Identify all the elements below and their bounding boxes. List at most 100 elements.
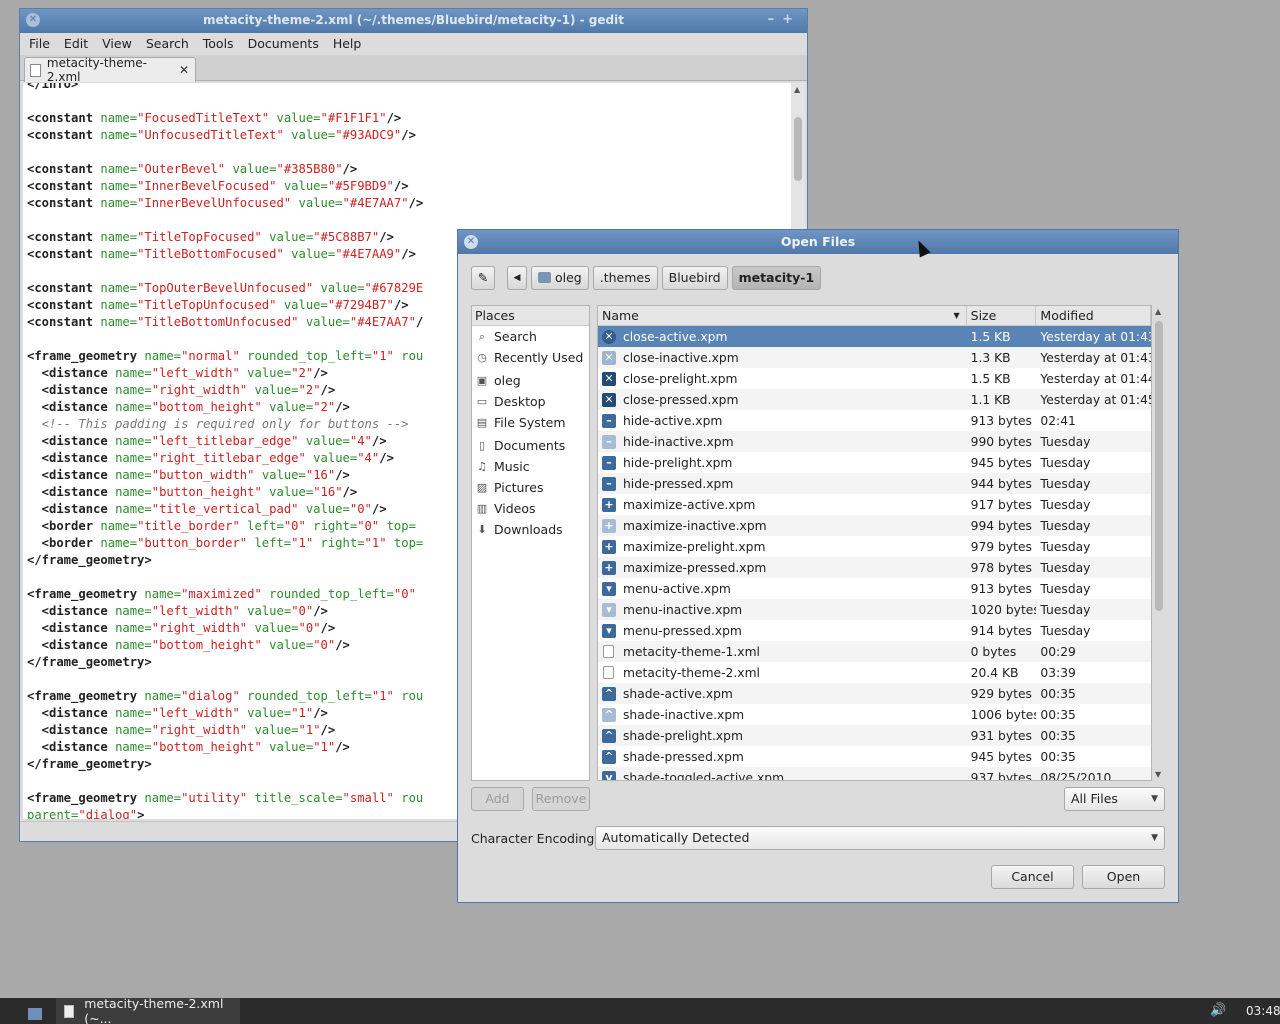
menu-documents[interactable]: Documents (241, 33, 326, 55)
close-icon[interactable]: ✕ (464, 235, 478, 249)
menu-help[interactable]: Help (326, 33, 369, 55)
file-row[interactable]: metacity-theme-1.xml 0 bytes 00:29 (598, 641, 1151, 662)
menu-tools[interactable]: Tools (196, 33, 241, 55)
file-name: close-active.xpm (623, 329, 728, 344)
place-desktop[interactable]: ▭ Desktop (472, 391, 589, 412)
file-row[interactable]: ▾ menu-active.xpm 913 bytes Tuesday (598, 578, 1151, 599)
edit-location-button[interactable]: ✎ (471, 266, 495, 290)
file-row[interactable]: ▾ menu-inactive.xpm 1020 bytes Tuesday (598, 599, 1151, 620)
code-token: /> (313, 706, 328, 720)
taskbar: metacity-theme-2.xml (~... 🔊 03:48 (0, 996, 1280, 1024)
scroll-up-icon[interactable]: ▲ (794, 85, 800, 94)
file-row[interactable]: + maximize-active.xpm 917 bytes Tuesday (598, 494, 1151, 515)
menu-edit[interactable]: Edit (57, 33, 95, 55)
code-token: name= (115, 468, 152, 482)
path-button-metacity-1[interactable]: metacity-1 (731, 266, 822, 290)
file-row[interactable]: ✕ close-inactive.xpm 1.3 KB Yesterday at 01… (598, 347, 1151, 368)
file-name-cell: ✕ close-pressed.xpm (598, 392, 967, 407)
code-token: /> (393, 298, 409, 312)
menu-search[interactable]: Search (139, 33, 196, 55)
close-icon[interactable]: ✕ (26, 13, 40, 27)
taskbar-item-label: metacity-theme-2.xml (~... (84, 996, 224, 1024)
code-token: <distance (27, 740, 116, 754)
code-token: rou (393, 349, 424, 363)
open-button[interactable]: Open (1082, 865, 1165, 889)
code-token: <constant (27, 111, 101, 125)
place-documents[interactable]: ▯ Documents (472, 435, 589, 456)
clock[interactable]: 03:48 (1246, 1004, 1280, 1018)
place-pictures[interactable]: ▨ Pictures (472, 477, 589, 498)
menu-view[interactable]: View (95, 33, 139, 55)
place-downloads[interactable]: ⬇ Downloads (472, 519, 589, 540)
xpm-image-icon: ✕ (602, 329, 616, 344)
volume-icon[interactable]: 🔊 (1210, 1003, 1226, 1018)
window-buttons[interactable]: –+ (768, 9, 801, 31)
code-token: /> (408, 196, 424, 210)
file-filter-select[interactable]: All Files ▼ (1064, 787, 1165, 811)
scroll-up-icon[interactable]: ▲ (1155, 307, 1161, 316)
add-bookmark-button[interactable]: Add (471, 787, 524, 811)
column-name[interactable]: Name ▼ (598, 306, 967, 325)
code-line: <distance name="left_width" value="0"/> (27, 603, 423, 620)
file-row[interactable]: + maximize-inactive.xpm 994 bytes Tuesday (598, 515, 1151, 536)
file-row[interactable]: – hide-active.xpm 913 bytes 02:41 (598, 410, 1151, 431)
column-modified[interactable]: Modified (1036, 306, 1151, 325)
search-icon: ⌕ (478, 330, 486, 343)
code-token: value= (247, 383, 299, 397)
file-row[interactable]: ▾ menu-pressed.xpm 914 bytes Tuesday (598, 620, 1151, 641)
file-row[interactable]: v shade-toggled-active.xpm 937 bytes 08/25/… (598, 767, 1151, 780)
file-row[interactable]: ✕ close-active.xpm 1.5 KB Yesterday at 01:4… (598, 326, 1151, 347)
file-row[interactable]: + maximize-prelight.xpm 979 bytes Tuesday (598, 536, 1151, 557)
file-list-scrollbar[interactable]: ▲ ▼ (1152, 305, 1166, 781)
code-token: <constant (27, 179, 101, 193)
tab-close-icon[interactable]: ✕ (179, 63, 189, 77)
file-size: 1.5 KB (970, 371, 1011, 386)
cancel-button[interactable]: Cancel (991, 865, 1074, 889)
tab-metacity-theme-2[interactable]: metacity-theme-2.xml ✕ (24, 56, 196, 84)
path-back-button[interactable]: ◀ (507, 266, 527, 290)
code-token: name= (100, 128, 138, 142)
place-music[interactable]: ♫ Music (472, 456, 589, 477)
file-name: close-inactive.xpm (623, 350, 739, 365)
xpm-image-icon: ^ (602, 728, 616, 743)
place-recently-used[interactable]: ◷ Recently Used (472, 347, 589, 368)
code-token: value= (313, 281, 365, 295)
show-desktop-icon[interactable] (28, 1008, 42, 1020)
code-token: value= (261, 740, 314, 754)
place-oleg[interactable]: ▣ oleg (472, 370, 589, 391)
place-file-system[interactable]: ▤ File System (472, 412, 589, 433)
place-search[interactable]: ⌕ Search (472, 326, 589, 347)
encoding-select[interactable]: Automatically Detected ▼ (595, 826, 1165, 850)
file-row[interactable]: metacity-theme-2.xml 20.4 KB 03:39 (598, 662, 1151, 683)
file-row[interactable]: ^ shade-pressed.xpm 945 bytes 00:35 (598, 746, 1151, 767)
scrollbar-thumb[interactable] (1155, 321, 1163, 611)
file-row[interactable]: ✕ close-pressed.xpm 1.1 KB Yesterday at 01:… (598, 389, 1151, 410)
scrollbar-thumb[interactable] (794, 117, 802, 181)
gedit-titlebar[interactable]: ✕ metacity-theme-2.xml (~/.themes/Bluebi… (20, 9, 807, 33)
dialog-titlebar[interactable]: ✕ Open Files (458, 230, 1178, 254)
menu-file[interactable]: File (22, 33, 57, 55)
file-row[interactable]: – hide-prelight.xpm 945 bytes Tuesday (598, 452, 1151, 473)
column-size[interactable]: Size (967, 306, 1037, 325)
places-header[interactable]: Places (472, 306, 589, 326)
taskbar-item-gedit[interactable]: metacity-theme-2.xml (~... (56, 996, 240, 1024)
code-token: name= (115, 740, 152, 754)
file-row[interactable]: – hide-pressed.xpm 944 bytes Tuesday (598, 473, 1151, 494)
path-button-oleg[interactable]: oleg (531, 266, 589, 290)
code-token: value= (305, 451, 358, 465)
file-row[interactable]: ✕ close-prelight.xpm 1.5 KB Yesterday at 01… (598, 368, 1151, 389)
path-button-themes[interactable]: .themes (592, 266, 658, 290)
file-row[interactable]: + maximize-pressed.xpm 978 bytes Tuesday (598, 557, 1151, 578)
remove-bookmark-button[interactable]: Remove (532, 787, 590, 811)
file-row[interactable]: – hide-inactive.xpm 990 bytes Tuesday (598, 431, 1151, 452)
path-button-bluebird[interactable]: Bluebird (661, 266, 728, 290)
file-row[interactable]: ^ shade-inactive.xpm 1006 bytes 00:35 (598, 704, 1151, 725)
place-videos[interactable]: ▥ Videos (472, 498, 589, 519)
code-token: "OuterBevel" (137, 162, 226, 176)
code-token: /> (313, 366, 328, 380)
scroll-down-icon[interactable]: ▼ (1155, 770, 1161, 779)
file-row[interactable]: ^ shade-active.xpm 929 bytes 00:35 (598, 683, 1151, 704)
file-row[interactable]: ^ shade-prelight.xpm 931 bytes 00:35 (598, 725, 1151, 746)
code-token: name= (144, 587, 182, 601)
